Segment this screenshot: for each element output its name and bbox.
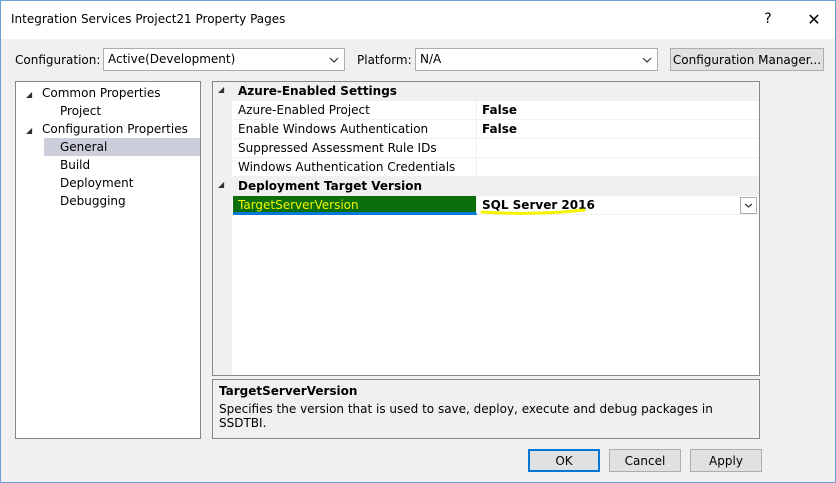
apply-button[interactable]: Apply <box>690 449 762 472</box>
platform-value: N/A <box>420 52 442 66</box>
help-icon: ? <box>764 11 772 27</box>
property-value[interactable] <box>478 158 759 177</box>
property-row[interactable]: Enable Windows Authentication False <box>213 120 759 139</box>
chevron-down-icon <box>324 49 344 70</box>
category-deployment-target-version[interactable]: ◢ Deployment Target Version <box>213 177 759 196</box>
property-name: Azure-Enabled Project <box>233 101 477 120</box>
dropdown-button[interactable] <box>740 197 757 214</box>
property-name: Windows Authentication Credentials <box>233 158 477 177</box>
expanded-triangle-icon[interactable]: ◢ <box>218 85 228 97</box>
platform-select[interactable]: N/A <box>415 48 658 71</box>
description-title: TargetServerVersion <box>219 384 358 398</box>
property-name: Enable Windows Authentication <box>233 120 477 139</box>
property-value[interactable] <box>478 139 759 158</box>
configuration-manager-button[interactable]: Configuration Manager... <box>670 48 824 71</box>
configuration-label: Configuration: <box>15 53 101 67</box>
tree-item-debugging[interactable]: Debugging <box>60 192 126 210</box>
tree-item-build[interactable]: Build <box>60 156 90 174</box>
close-button[interactable]: ✕ <box>796 5 832 33</box>
expanded-triangle-icon[interactable]: ◢ <box>26 86 42 104</box>
target-server-version-select[interactable]: SQL Server 2016 <box>478 196 759 215</box>
property-value[interactable]: False <box>478 101 759 120</box>
property-value[interactable]: False <box>478 120 759 139</box>
tree-item-project[interactable]: Project <box>60 102 101 120</box>
description-pane: TargetServerVersion Specifies the versio… <box>212 379 760 439</box>
expanded-triangle-icon[interactable]: ◢ <box>218 180 228 192</box>
configuration-select[interactable]: Active(Development) <box>103 48 345 71</box>
property-value: SQL Server 2016 <box>482 198 595 212</box>
help-button[interactable]: ? <box>750 5 786 33</box>
property-row[interactable]: Suppressed Assessment Rule IDs <box>213 139 759 158</box>
tree-item-common-properties[interactable]: ◢ Common Properties <box>26 84 161 102</box>
tree-item-configuration-properties[interactable]: ◢ Configuration Properties <box>26 120 188 138</box>
close-icon: ✕ <box>807 9 821 29</box>
property-row-target-server-version[interactable]: TargetServerVersion SQL Server 2016 <box>213 196 759 215</box>
category-tree: ◢ Common Properties Project ◢ Configuratio… <box>15 81 201 439</box>
cancel-button[interactable]: Cancel <box>609 449 681 472</box>
description-text: Specifies the version that is used to sa… <box>219 402 713 430</box>
tree-item-general[interactable]: General <box>44 138 200 156</box>
property-row[interactable]: Windows Authentication Credentials <box>213 158 759 177</box>
expanded-triangle-icon[interactable]: ◢ <box>26 122 42 140</box>
platform-label: Platform: <box>357 53 412 67</box>
property-grid: ◢ Azure-Enabled Settings Azure-Enabled P… <box>212 81 760 376</box>
title-bar: Integration Services Project21 Property … <box>1 1 835 39</box>
property-row[interactable]: Azure-Enabled Project False <box>213 101 759 120</box>
configuration-value: Active(Development) <box>108 52 236 66</box>
property-name: Suppressed Assessment Rule IDs <box>233 139 477 158</box>
property-name: TargetServerVersion <box>233 196 477 215</box>
tree-item-deployment[interactable]: Deployment <box>60 174 133 192</box>
window-title: Integration Services Project21 Property … <box>11 12 286 26</box>
chevron-down-icon <box>744 203 753 208</box>
chevron-down-icon <box>637 49 657 70</box>
property-pages-dialog: Integration Services Project21 Property … <box>0 0 836 483</box>
ok-button[interactable]: OK <box>528 449 600 472</box>
category-azure-enabled-settings[interactable]: ◢ Azure-Enabled Settings <box>213 82 759 101</box>
